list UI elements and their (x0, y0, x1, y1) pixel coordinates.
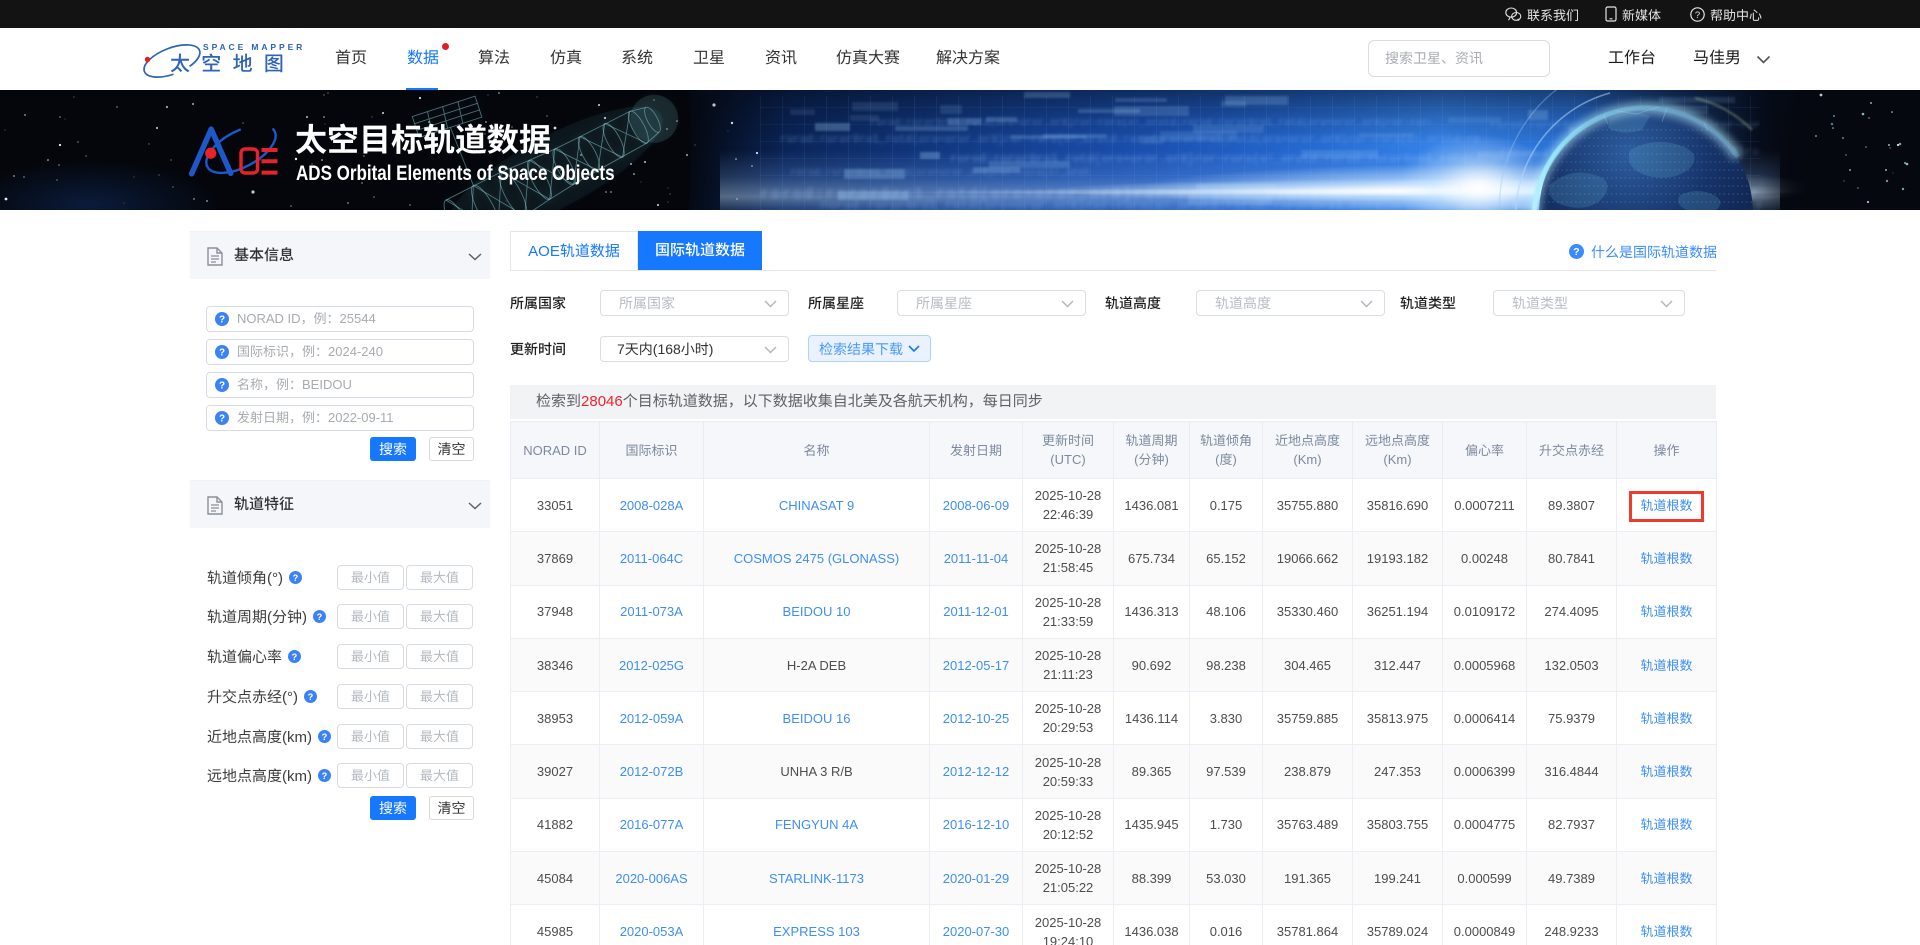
svg-text:?: ? (322, 770, 328, 780)
svg-text:?: ? (219, 414, 225, 425)
svg-text:?: ? (219, 315, 225, 326)
svg-text:?: ? (317, 611, 323, 621)
svg-text:?: ? (1573, 246, 1579, 258)
svg-text:?: ? (308, 691, 314, 701)
svg-text:?: ? (1695, 9, 1700, 20)
svg-text:?: ? (293, 572, 299, 582)
svg-text:太空地图: 太空地图 (170, 48, 295, 77)
svg-text:?: ? (219, 381, 225, 392)
svg-text:?: ? (322, 731, 328, 741)
svg-text:?: ? (219, 348, 225, 359)
svg-text:?: ? (292, 651, 298, 661)
